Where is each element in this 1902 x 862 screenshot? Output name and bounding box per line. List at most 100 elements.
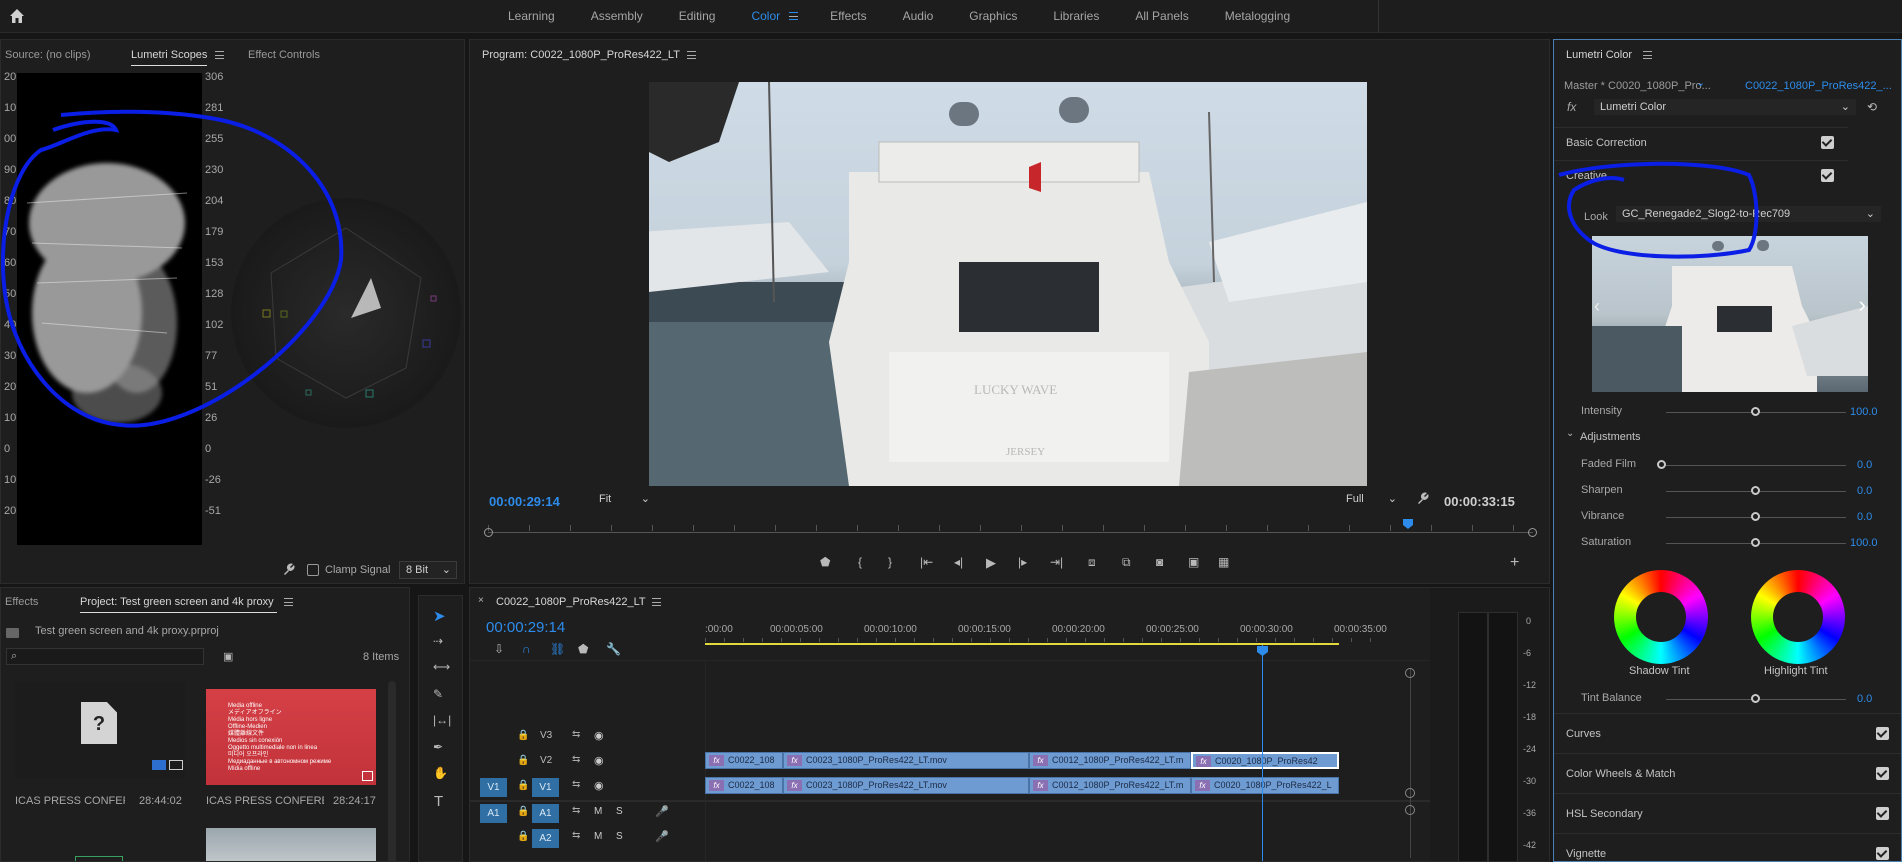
basic-correction-checkbox[interactable]: [1821, 136, 1834, 149]
lock-icon[interactable]: 🔒: [517, 831, 529, 842]
faded-film-slider-knob[interactable]: [1657, 460, 1666, 469]
snap-magnet-icon[interactable]: ∩: [522, 642, 531, 656]
effect-dropdown[interactable]: Lumetri Color ⌄: [1594, 99, 1856, 115]
faded-film-slider[interactable]: [1666, 465, 1846, 466]
section-vignette[interactable]: Vignette: [1554, 833, 1901, 861]
curves-checkbox[interactable]: [1876, 727, 1889, 740]
scopes-menu-icon[interactable]: [215, 51, 224, 59]
workspace-metalogging[interactable]: Metalogging: [1207, 0, 1308, 33]
faded-film-value[interactable]: 0.0: [1857, 459, 1872, 471]
workspace-assembly[interactable]: Assembly: [573, 0, 661, 33]
solo-button[interactable]: S: [616, 806, 623, 817]
close-sequence-icon[interactable]: ×: [478, 595, 484, 606]
reset-icon[interactable]: ⟲: [1867, 100, 1877, 114]
home-icon[interactable]: [9, 8, 25, 24]
eye-icon[interactable]: ◉: [594, 754, 604, 767]
clip-v2[interactable]: fx C0023_1080P_ProRes422_LT.mov: [783, 752, 1029, 769]
timeline-playhead[interactable]: [1262, 645, 1263, 861]
tint-balance-value[interactable]: 0.0: [1857, 693, 1872, 705]
section-color-wheels[interactable]: Color Wheels & Match: [1554, 753, 1901, 793]
tab-effects[interactable]: Effects: [5, 596, 38, 608]
project-scrollbar[interactable]: [388, 681, 396, 861]
tab-project[interactable]: Project: Test green screen and 4k proxy: [80, 596, 274, 608]
project-item-media-offline-thumb[interactable]: Media offline メディアオフライン Média hors ligne…: [206, 689, 376, 785]
lock-icon[interactable]: 🔒: [517, 730, 529, 741]
next-look-chevron-icon[interactable]: ›: [1859, 292, 1866, 318]
clamp-signal-checkbox[interactable]: [307, 564, 319, 576]
program-time-ruler[interactable]: [484, 517, 1537, 539]
scroll-handle[interactable]: [1405, 805, 1415, 815]
saturation-value[interactable]: 100.0: [1850, 537, 1878, 549]
project-item-offline-thumb[interactable]: ?: [15, 682, 185, 778]
sync-lock-icon[interactable]: ⇆: [572, 754, 580, 765]
razor-tool-icon[interactable]: ✎: [433, 687, 443, 701]
ruler-end-handle[interactable]: [1528, 528, 1537, 537]
shadow-tint-wheel[interactable]: [1614, 570, 1708, 664]
sync-lock-icon[interactable]: ⇆: [572, 729, 580, 740]
section-curves[interactable]: Curves: [1554, 713, 1901, 753]
step-back-icon[interactable]: ◂|: [954, 555, 963, 569]
workspace-editing[interactable]: Editing: [661, 0, 734, 33]
settings-wrench-icon[interactable]: [1416, 492, 1429, 508]
add-marker-icon[interactable]: ⬟: [820, 555, 830, 569]
section-hsl-secondary[interactable]: HSL Secondary: [1554, 793, 1901, 833]
program-menu-icon[interactable]: [687, 51, 696, 59]
play-icon[interactable]: ▶: [986, 555, 996, 571]
track-select-tool-icon[interactable]: ⇢: [433, 634, 443, 648]
mute-button[interactable]: M: [594, 806, 602, 817]
workspace-color[interactable]: Color: [733, 0, 812, 33]
clip-v2-selected[interactable]: fx C0020_1080P_ProRes42: [1191, 752, 1339, 769]
lumetri-menu-icon[interactable]: [1643, 51, 1652, 59]
type-tool-icon[interactable]: T: [434, 793, 443, 810]
clip-v1[interactable]: fx C0020_1080P_ProRes422_L: [1191, 777, 1339, 794]
comparison-view-icon[interactable]: ▣: [1188, 555, 1199, 569]
clip-v1[interactable]: fx C0023_1080P_ProRes422_LT.mov: [783, 777, 1029, 794]
extract-icon[interactable]: ⧉: [1122, 555, 1131, 570]
sync-lock-icon[interactable]: ⇆: [572, 779, 580, 790]
sequence-menu-icon[interactable]: [652, 598, 661, 606]
nest-toggle-icon[interactable]: ⇩: [494, 642, 504, 656]
track-name[interactable]: A2: [532, 829, 559, 848]
intensity-value[interactable]: 100.0: [1850, 406, 1878, 418]
hsl-secondary-checkbox[interactable]: [1876, 807, 1889, 820]
master-clip-selector[interactable]: Master * C0020_1080P_Pro...: [1564, 80, 1711, 92]
solo-button[interactable]: S: [616, 831, 623, 842]
mark-out-icon[interactable]: }: [888, 555, 892, 569]
clip-v1[interactable]: fx C0012_1080P_ProRes422_LT.m: [1029, 777, 1191, 794]
timeline-ruler[interactable]: :00:00 00:00:05:00 00:00:10:00 00:00:15:…: [705, 624, 1387, 654]
vignette-checkbox[interactable]: [1876, 847, 1889, 860]
clip-v2[interactable]: fx C0022_108: [705, 752, 783, 769]
sharpen-value[interactable]: 0.0: [1857, 485, 1872, 497]
intensity-slider-knob[interactable]: [1751, 407, 1760, 416]
lock-icon[interactable]: 🔒: [517, 806, 529, 817]
export-frame-camera-icon[interactable]: ◙: [1156, 555, 1163, 569]
tab-lumetri-scopes[interactable]: Lumetri Scopes: [131, 49, 207, 61]
workspace-effects[interactable]: Effects: [812, 0, 884, 33]
resolution-dropdown[interactable]: Full ⌄: [1340, 491, 1402, 507]
timeline-playhead-handle[interactable]: [1257, 646, 1268, 656]
source-patch-v1[interactable]: V1: [480, 778, 507, 797]
sequence-tab[interactable]: C0022_1080P_ProRes422_LT: [496, 596, 646, 608]
clip-v2[interactable]: fx C0012_1080P_ProRes422_LT.m: [1029, 752, 1191, 769]
slip-tool-icon[interactable]: |↔|: [433, 713, 451, 727]
adjustments-label[interactable]: Adjustments: [1580, 431, 1641, 443]
microphone-icon[interactable]: 🎤: [655, 830, 669, 843]
project-search-input[interactable]: ⌕: [6, 648, 204, 665]
saturation-slider-knob[interactable]: [1751, 538, 1760, 547]
eye-icon[interactable]: ◉: [594, 779, 604, 792]
workspace-audio[interactable]: Audio: [885, 0, 952, 33]
sync-lock-icon[interactable]: ⇆: [572, 805, 580, 816]
project-item-thumb[interactable]: [206, 828, 376, 861]
work-area-bar[interactable]: [705, 643, 1339, 645]
lock-icon[interactable]: 🔒: [517, 755, 529, 766]
wrench-icon[interactable]: [282, 563, 295, 579]
tab-effect-controls[interactable]: Effect Controls: [248, 49, 320, 61]
program-playhead-timecode[interactable]: 00:00:29:14: [489, 494, 560, 509]
add-marker-icon[interactable]: ⬟: [578, 642, 588, 656]
track-name[interactable]: A1: [532, 804, 559, 823]
tint-balance-slider-knob[interactable]: [1751, 694, 1760, 703]
ruler-start-handle[interactable]: [484, 528, 493, 537]
go-to-out-icon[interactable]: ⇥|: [1050, 555, 1063, 569]
workspace-all-panels[interactable]: All Panels: [1117, 0, 1206, 33]
step-forward-icon[interactable]: |▸: [1018, 555, 1027, 569]
